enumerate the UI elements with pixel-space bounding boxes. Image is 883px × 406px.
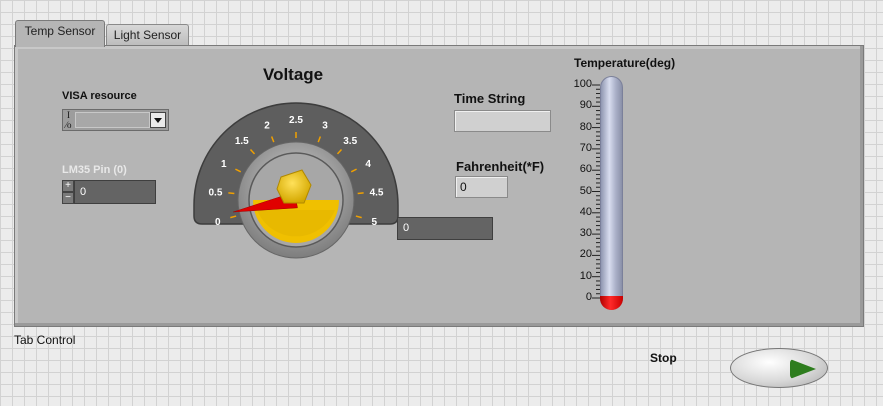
gauge-scale-label: 0.5 — [208, 188, 222, 199]
gauge-scale-label: 3 — [322, 120, 328, 131]
visa-resource-control[interactable]: I ⁄o — [62, 109, 169, 131]
gauge-scale-label: 2.5 — [289, 115, 303, 126]
thermometer-scale-label: 0 — [585, 291, 592, 303]
thermometer-scale-label: 30 — [579, 227, 592, 240]
tab-control-label: Tab Control — [14, 333, 76, 347]
gauge-scale-label: 3.5 — [343, 136, 357, 147]
temperature-label: Temperature(deg) — [574, 56, 676, 70]
voltage-digital-display: 0 — [397, 217, 493, 240]
thermometer-scale-label: 100 — [573, 78, 592, 90]
thermometer-scale-label: 20 — [579, 248, 592, 261]
gauge-tick — [228, 192, 235, 195]
time-string-label: Time String — [454, 91, 526, 106]
thermometer-scale-label: 70 — [579, 141, 592, 154]
tab-light-sensor[interactable]: Light Sensor — [106, 24, 189, 45]
io-icon: I ⁄o — [65, 110, 72, 130]
voltage-gauge: 0 0.5 1 1.5 2 2.5 3 3.5 4 4.5 5 — [193, 102, 399, 259]
lm35-pin-label: LM35 Pin (0) — [62, 164, 127, 176]
thermometer-scale-label: 40 — [579, 205, 592, 218]
gauge-scale-label: 0 — [215, 217, 221, 228]
gauge-scale-label: 4.5 — [370, 188, 384, 199]
lm35-pin-value[interactable]: 0 — [74, 180, 156, 204]
stop-button[interactable] — [730, 348, 828, 388]
fahrenheit-indicator: 0 — [455, 176, 508, 198]
lm35-pin-control[interactable]: + − 0 — [62, 180, 156, 204]
visa-resource-label: VISA resource — [62, 90, 137, 102]
gauge-scale-label: 4 — [365, 159, 371, 170]
thermometer-scale-label: 60 — [579, 163, 592, 176]
gauge-scale-label: 1.5 — [235, 136, 249, 147]
gauge-scale-label: 2 — [264, 120, 270, 131]
fahrenheit-label: Fahrenheit(*F) — [456, 159, 545, 174]
gauge-scale-label: 1 — [221, 159, 227, 170]
time-string-indicator — [454, 110, 551, 132]
thermometer-scale-label: 80 — [579, 120, 592, 133]
thermometer-scale-label: 50 — [579, 184, 592, 197]
thermometer-tube — [600, 76, 623, 310]
minus-icon[interactable]: − — [62, 192, 74, 204]
gauge-tick — [357, 192, 364, 195]
thermometer-scale-label: 90 — [579, 99, 592, 112]
play-arrow-icon — [790, 359, 816, 379]
stop-label: Stop — [650, 351, 677, 365]
dropdown-arrow-icon[interactable] — [150, 112, 166, 128]
visa-resource-field[interactable] — [75, 112, 150, 128]
plus-icon[interactable]: + — [62, 180, 74, 192]
tab-temp-sensor[interactable]: Temp Sensor — [15, 20, 105, 47]
thermometer-scale-label: 10 — [579, 269, 592, 282]
voltage-title: Voltage — [263, 65, 324, 84]
gauge-scale-label: 5 — [371, 217, 377, 228]
